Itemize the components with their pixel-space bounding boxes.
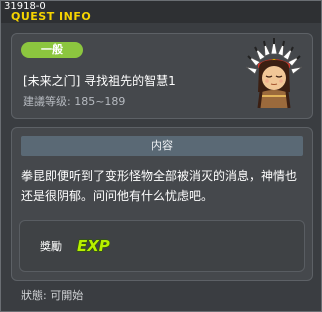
quest-category-badge: 一般 bbox=[21, 42, 83, 58]
svg-text:EXP: EXP bbox=[77, 237, 110, 255]
quest-description: 拳昆即便听到了变形怪物全部被消灭的消息，神情也还是很阴郁。问问他有什么忧虑吧。 bbox=[21, 169, 298, 203]
reward-label: 獎勵 bbox=[40, 240, 62, 253]
content-section-header: 内容 bbox=[21, 136, 303, 156]
window-title: QUEST INFO bbox=[11, 10, 92, 23]
quest-name: [未来之门] 寻找祖先的智慧1 bbox=[23, 74, 176, 88]
exp-icon[interactable]: EXP bbox=[76, 235, 110, 255]
quest-info-window: 31918-0 QUEST INFO 一般 [未来之门] 寻找祖先的智慧1 建議… bbox=[0, 0, 322, 312]
npc-portrait bbox=[245, 37, 303, 109]
recommended-level: 建議等级: 185~189 bbox=[23, 95, 126, 108]
quest-status: 狀態: 可開始 bbox=[21, 289, 84, 302]
quest-summary-panel: 一般 [未来之门] 寻找祖先的智慧1 建議等级: 185~189 bbox=[11, 33, 313, 119]
title-bar[interactable]: 31918-0 QUEST INFO bbox=[1, 1, 321, 23]
quest-detail-panel: 内容 拳昆即便听到了变形怪物全部被消灭的消息，神情也还是很阴郁。问问他有什么忧虑… bbox=[11, 127, 313, 281]
reward-box: 獎勵 EXP bbox=[19, 220, 305, 272]
